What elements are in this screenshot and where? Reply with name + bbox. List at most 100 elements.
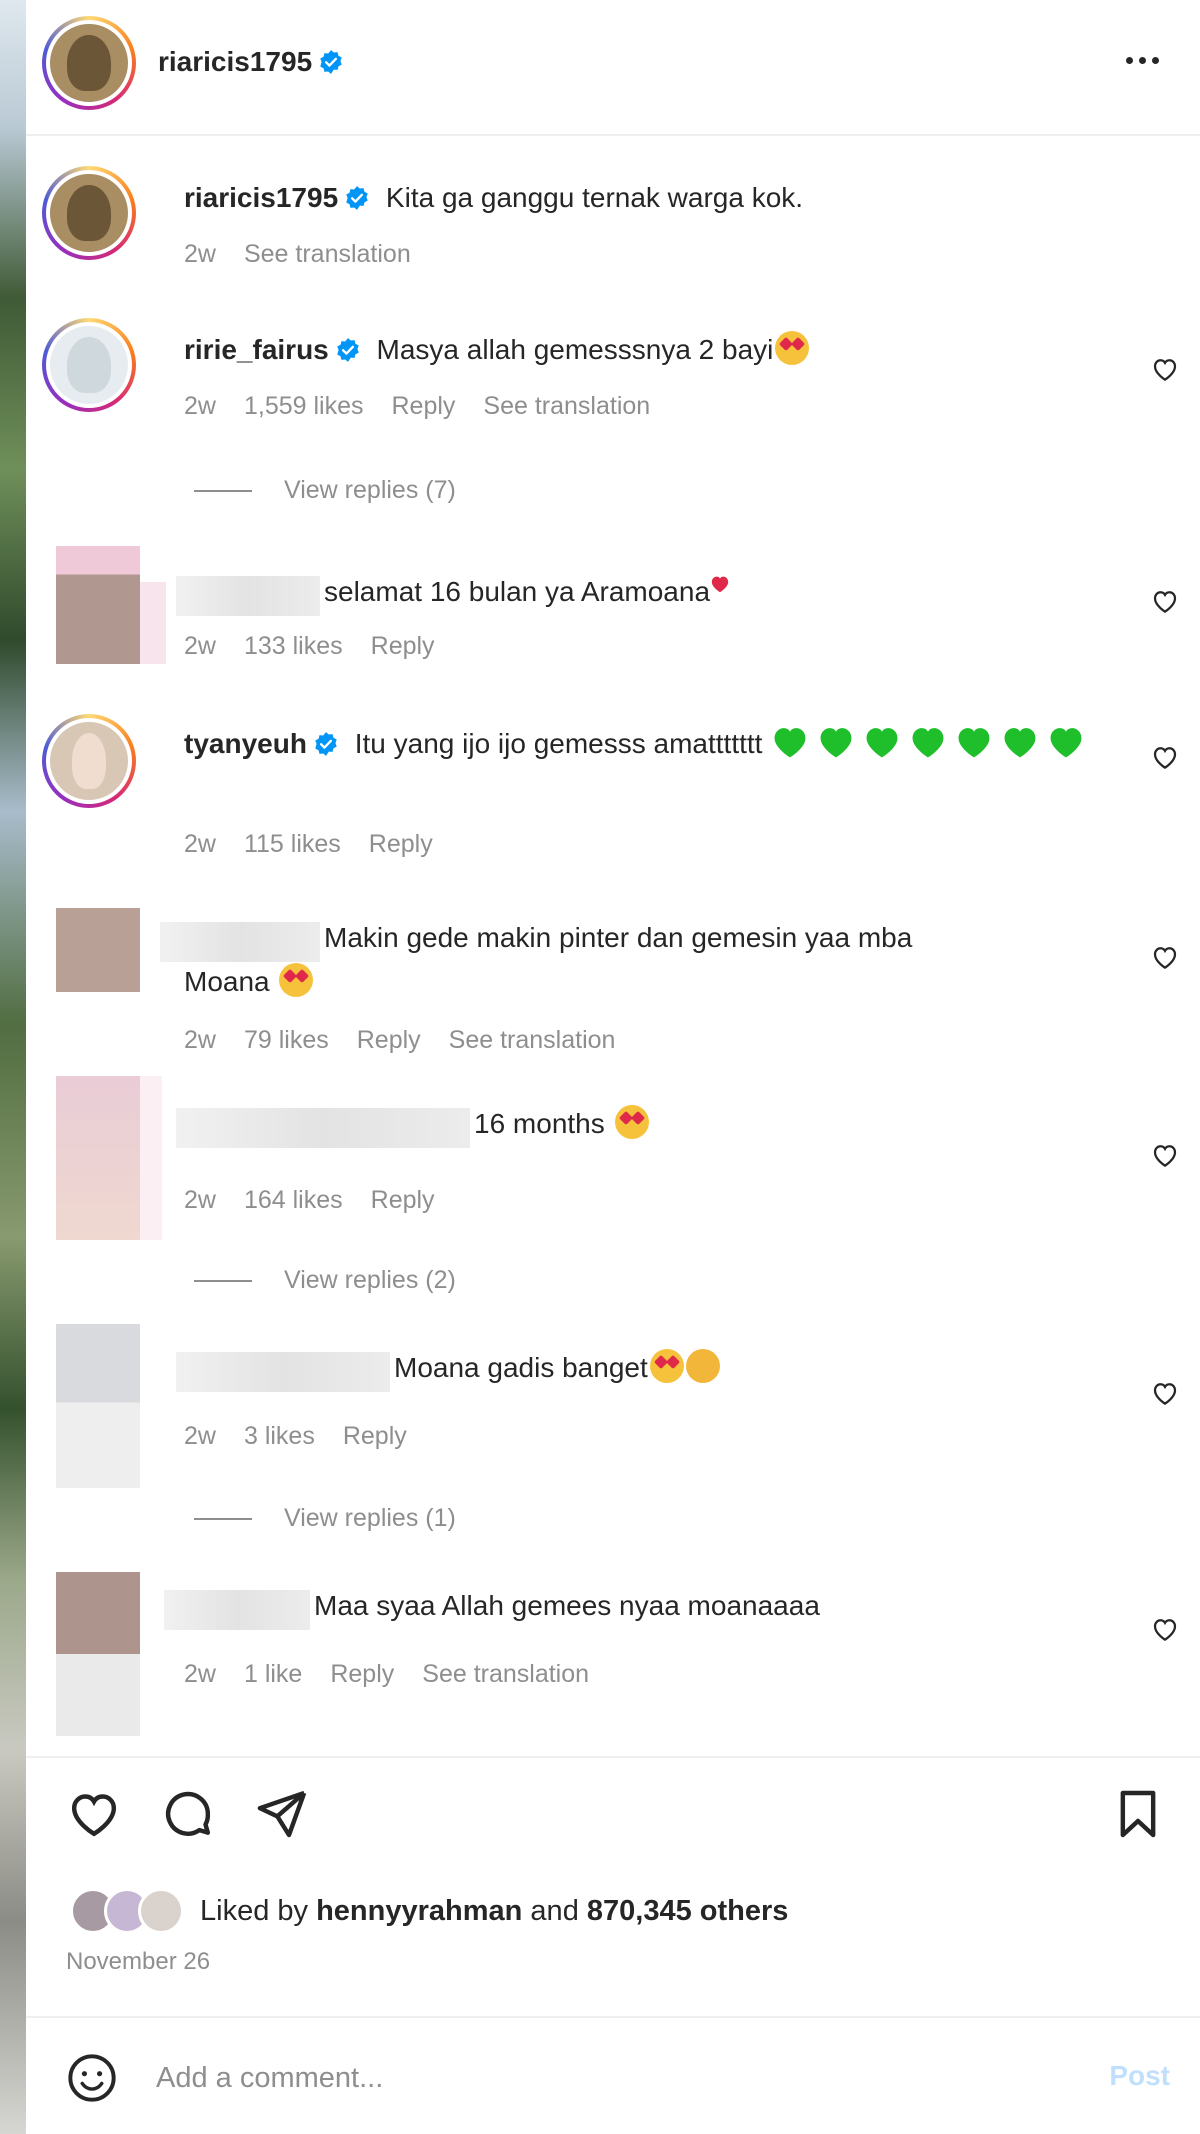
likes-summary: Liked by hennyyrahman and 870,345 others [70, 1888, 788, 1934]
view-replies-button[interactable]: View replies (1) [194, 1504, 456, 1533]
share-icon[interactable] [254, 1786, 310, 1842]
comment-text-row: Moana gadis banget [394, 1348, 720, 1388]
more-options-button[interactable] [1114, 40, 1170, 80]
caption-avatar[interactable] [42, 166, 136, 260]
comment-text: Moana gadis banget [394, 1352, 648, 1383]
commenter-username-blurred[interactable] [176, 1352, 390, 1392]
comment-text: Makin gede makin pinter dan gemesin yaa … [324, 922, 913, 953]
like-comment-heart-icon[interactable] [1150, 354, 1180, 384]
caption-meta: 2w See translation [184, 240, 439, 269]
comment-likes[interactable]: 3 likes [244, 1422, 315, 1450]
comment-likes[interactable]: 1 like [244, 1660, 302, 1688]
red-heart-emoji [711, 576, 729, 593]
heart-icon[interactable] [66, 1786, 122, 1842]
commenter-avatar-blurred[interactable] [56, 1076, 140, 1240]
liked-by-username[interactable]: hennyyrahman [316, 1895, 522, 1928]
comment-likes[interactable]: 164 likes [244, 1186, 343, 1214]
comment-likes[interactable]: 133 likes [244, 632, 343, 660]
see-translation-link[interactable]: See translation [422, 1660, 589, 1688]
reply-button[interactable]: Reply [392, 392, 456, 420]
reply-button[interactable]: Reply [371, 632, 435, 660]
comment-meta: 2w 3 likes Reply [184, 1422, 435, 1451]
commenter-avatar-blurred[interactable] [56, 546, 140, 664]
like-comment-heart-icon[interactable] [1150, 1378, 1180, 1408]
add-comment-bar: Post [26, 2016, 1200, 2134]
like-comment-heart-icon[interactable] [1150, 942, 1180, 972]
reply-button[interactable]: Reply [357, 1026, 421, 1054]
caption-time: 2w [184, 240, 216, 268]
comment-text-row: selamat 16 bulan ya Aramoana [324, 572, 730, 612]
post-header: riaricis1795 [26, 0, 1200, 136]
green-heart-emoji [866, 728, 898, 758]
emoji-icon[interactable] [66, 2052, 118, 2104]
comment-icon[interactable] [160, 1786, 216, 1842]
comment-item: Makin gede makin pinter dan gemesin yaa … [26, 908, 1200, 1068]
like-comment-heart-icon[interactable] [1150, 1140, 1180, 1170]
liked-by-prefix: Liked by [200, 1894, 317, 1927]
author-username[interactable]: riaricis1795 [158, 46, 312, 77]
heart-eyes-emoji [775, 331, 810, 365]
see-translation-link[interactable]: See translation [483, 392, 650, 420]
comment-time: 2w [184, 632, 216, 660]
comment-likes[interactable]: 79 likes [244, 1026, 329, 1054]
reply-button[interactable]: Reply [369, 830, 433, 858]
commenter-username-blurred[interactable] [176, 1108, 470, 1148]
comment-text: Masya allah gemesssnya 2 bayi [376, 334, 774, 365]
verified-icon [337, 338, 359, 362]
comment-item: Moana gadis banget 2w 3 likes Reply [26, 1324, 1200, 1490]
see-translation-link[interactable]: See translation [244, 240, 411, 268]
blur-artifact [140, 1076, 162, 1240]
see-translation-link[interactable]: See translation [449, 1026, 616, 1054]
caption-text-row: riaricis1795 Kita ga ganggu ternak warga… [184, 178, 803, 218]
author-name-row: riaricis1795 [158, 46, 344, 78]
caption-username[interactable]: riaricis1795 [184, 182, 338, 213]
comment-meta: 2w 1 like Reply See translation [184, 1660, 617, 1689]
comment-item: ririe_fairus Masya allah gemesssnya 2 ba… [26, 318, 1200, 438]
view-replies-button[interactable]: View replies (2) [194, 1266, 456, 1295]
view-replies-label: View replies (2) [284, 1266, 456, 1294]
comment-text: Maa syaa Allah gemees nyaa moanaaaa [314, 1590, 820, 1621]
comment-text: Itu yang ijo ijo gemesss amattttttt [354, 728, 763, 759]
reply-button[interactable]: Reply [343, 1422, 407, 1450]
reply-button[interactable]: Reply [330, 1660, 394, 1688]
commenter-avatar-blurred[interactable] [56, 908, 140, 992]
comment-time: 2w [184, 830, 216, 858]
comment-text-continued: Moana [184, 966, 270, 997]
commenter-avatar[interactable] [42, 318, 136, 412]
green-heart-emoji [912, 728, 944, 758]
liked-by-and: and [522, 1894, 587, 1927]
comment-input[interactable] [156, 2054, 1006, 2102]
comment-text-row-2: Moana [184, 962, 314, 1002]
comment-likes[interactable]: 1,559 likes [244, 392, 364, 420]
commenter-username-blurred[interactable] [160, 922, 320, 962]
comment-meta: 2w 115 likes Reply [184, 830, 461, 859]
comments-panel: riaricis1795 riaricis1795 Kita ga ganggu… [26, 0, 1200, 2134]
post-image-edge [0, 0, 26, 2134]
view-replies-button[interactable]: View replies (7) [194, 476, 456, 505]
commenter-username[interactable]: tyanyeuh [184, 728, 307, 759]
bookmark-icon[interactable] [1110, 1786, 1166, 1842]
liked-by-count[interactable]: 870,345 others [587, 1895, 789, 1928]
commenter-avatar[interactable] [42, 714, 136, 808]
commenter-avatar-blurred[interactable] [56, 1324, 140, 1488]
like-comment-heart-icon[interactable] [1150, 586, 1180, 616]
like-comment-heart-icon[interactable] [1150, 1614, 1180, 1644]
comment-meta: 2w 79 likes Reply See translation [184, 1026, 643, 1055]
commenter-username[interactable]: ririe_fairus [184, 334, 329, 365]
view-replies-label: View replies (1) [284, 1504, 456, 1532]
comment-likes[interactable]: 115 likes [244, 830, 341, 858]
comment-item: Maa syaa Allah gemees nyaa moanaaaa 2w 1 … [26, 1572, 1200, 1738]
like-comment-heart-icon[interactable] [1150, 742, 1180, 772]
commenter-avatar-blurred[interactable] [56, 1572, 140, 1736]
comment-time: 2w [184, 392, 216, 420]
comment-text-row: Maa syaa Allah gemees nyaa moanaaaa [314, 1586, 820, 1626]
author-avatar[interactable] [42, 16, 136, 110]
verified-icon [346, 186, 368, 210]
commenter-username-blurred[interactable] [176, 576, 320, 616]
post-button[interactable]: Post [1109, 2060, 1170, 2092]
commenter-username-blurred[interactable] [164, 1590, 310, 1630]
green-heart-emoji [1004, 728, 1036, 758]
view-replies-label: View replies (7) [284, 476, 456, 504]
comment-item: 16 months 2w 164 likes Reply [26, 1076, 1200, 1242]
reply-button[interactable]: Reply [371, 1186, 435, 1214]
